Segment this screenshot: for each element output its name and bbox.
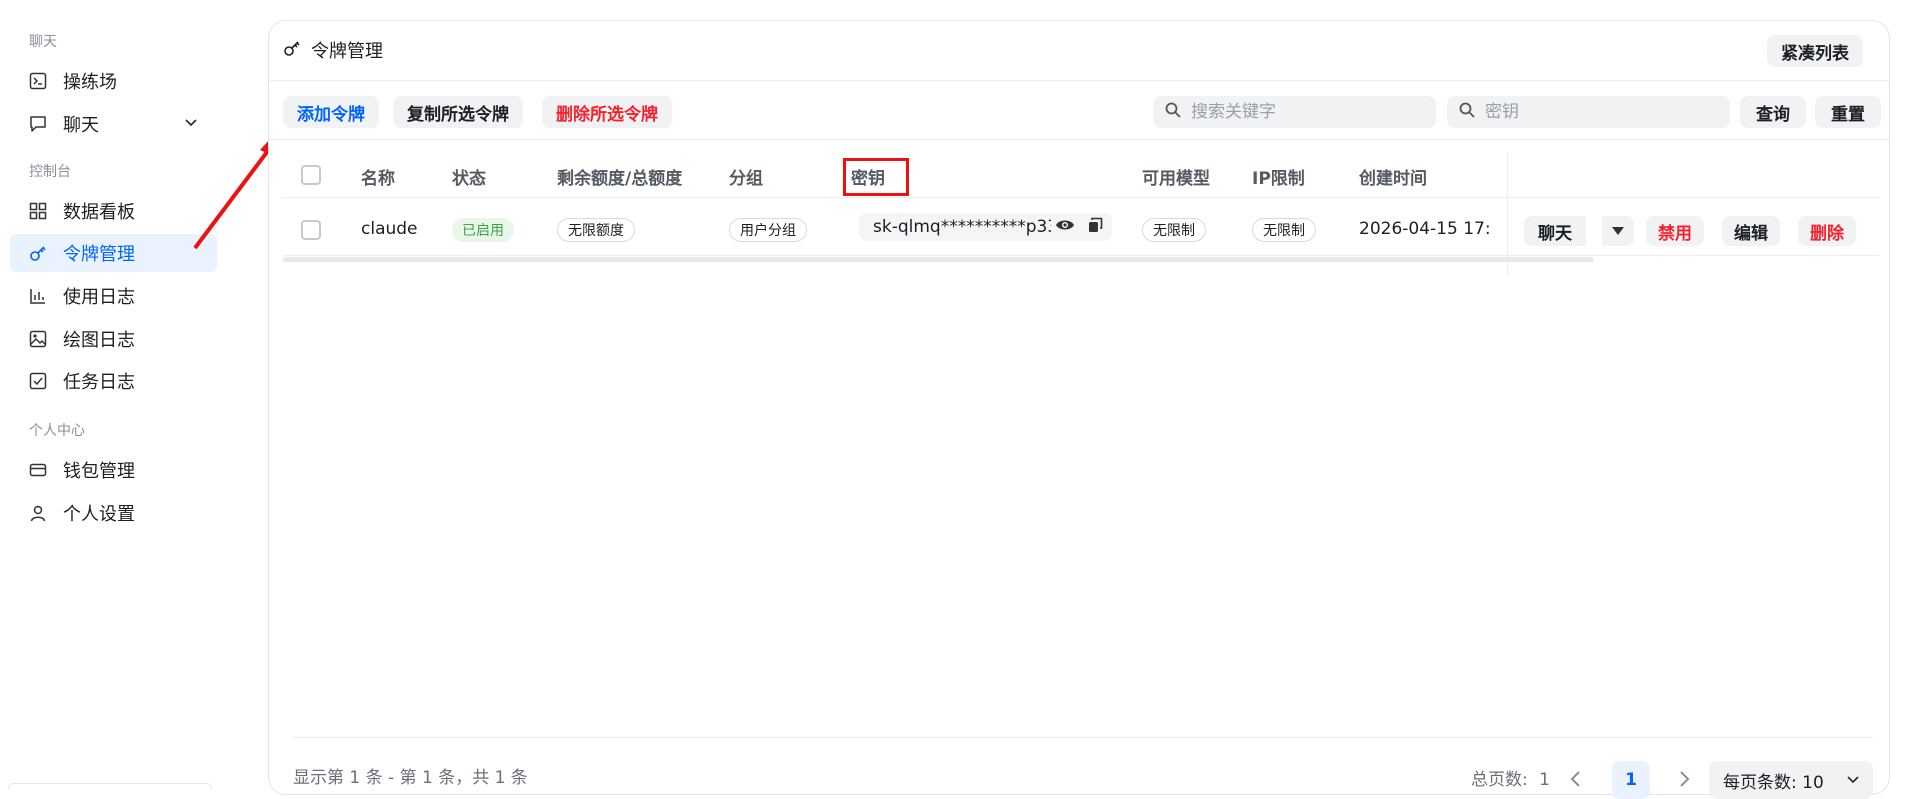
copy-icon[interactable] — [1087, 217, 1103, 238]
api-key-text: sk-qlmq**********p33k — [873, 217, 1051, 237]
search-icon — [1459, 102, 1475, 122]
check-square-icon — [29, 372, 47, 390]
sidebar-item-label: 令牌管理 — [63, 244, 135, 265]
column-header-group[interactable]: 分组 — [729, 164, 763, 189]
models-tag: 无限制 — [1142, 218, 1206, 242]
row-divider — [283, 255, 1879, 256]
bar-chart-icon — [29, 287, 47, 305]
add-token-button[interactable]: 添加令牌 — [283, 96, 379, 128]
sidebar-item-label: 聊天 — [63, 115, 99, 136]
caret-down-icon — [1611, 221, 1625, 241]
column-header-ip[interactable]: IP限制 — [1252, 164, 1305, 189]
eye-icon[interactable] — [1055, 217, 1075, 238]
status-badge: 已启用 — [452, 218, 514, 242]
column-header-created[interactable]: 创建时间 — [1359, 164, 1427, 189]
page-size-select[interactable]: 每页条数: 10 — [1709, 761, 1873, 799]
group-tag: 用户分组 — [729, 218, 807, 242]
select-all-checkbox[interactable] — [301, 165, 321, 185]
token-management-card: 令牌管理 紧凑列表 添加令牌 复制所选令牌 删除所选令牌 查询 重置 名称 状态… — [268, 20, 1890, 799]
sidebar-item-label: 个人设置 — [63, 504, 135, 525]
chat-button[interactable]: 聊天 — [1524, 216, 1586, 246]
key-icon — [283, 39, 301, 62]
search-icon — [1165, 102, 1181, 122]
pagination-summary: 显示第 1 条 - 第 1 条，共 1 条 — [293, 768, 528, 788]
sidebar-item-wallet[interactable]: 钱包管理 — [10, 451, 217, 489]
sidebar-group-chat: 聊天 — [29, 34, 57, 50]
token-name: claude — [361, 219, 418, 239]
card-header: 令牌管理 紧凑列表 — [269, 21, 1889, 81]
api-key-field: sk-qlmq**********p33k — [859, 213, 1112, 241]
chat-icon — [29, 115, 47, 133]
page-1-button[interactable]: 1 — [1612, 761, 1650, 799]
sidebar-group-personal: 个人中心 — [29, 423, 85, 439]
keyword-search[interactable] — [1153, 96, 1436, 128]
keyword-search-input[interactable] — [1191, 102, 1436, 122]
sidebar-item-label: 钱包管理 — [63, 461, 135, 482]
key-search[interactable] — [1447, 96, 1730, 128]
copy-selected-button[interactable]: 复制所选令牌 — [393, 96, 523, 128]
delete-selected-button[interactable]: 删除所选令牌 — [542, 96, 672, 128]
sidebar-item-label: 操练场 — [63, 72, 117, 93]
sidebar-footer — [8, 783, 212, 789]
key-search-input[interactable] — [1485, 102, 1730, 122]
next-page-icon[interactable] — [1677, 769, 1691, 793]
sidebar-item-label: 数据看板 — [63, 202, 135, 223]
image-icon — [29, 330, 47, 348]
sidebar-item-playground[interactable]: 操练场 — [10, 62, 217, 100]
horizontal-scrollbar[interactable] — [283, 257, 1594, 262]
user-icon — [29, 504, 47, 522]
quota-tag: 无限额度 — [557, 218, 635, 242]
column-header-quota[interactable]: 剩余额度/总额度 — [557, 164, 682, 189]
edit-button[interactable]: 编辑 — [1722, 216, 1780, 246]
key-icon — [29, 244, 47, 262]
sidebar-item-settings[interactable]: 个人设置 — [10, 494, 217, 532]
terminal-icon — [29, 72, 47, 90]
sidebar-item-label: 绘图日志 — [63, 330, 135, 351]
created-time: 2026-04-15 17:18: — [1359, 219, 1491, 239]
divider — [269, 139, 1889, 140]
dashboard-icon — [29, 202, 47, 220]
key-column-highlight — [843, 158, 909, 196]
total-pages: 总页数: 1 — [1471, 770, 1550, 790]
delete-button[interactable]: 删除 — [1798, 216, 1856, 246]
chat-dropdown-button[interactable] — [1602, 216, 1634, 246]
sidebar-item-task-log[interactable]: 任务日志 — [10, 362, 217, 400]
reset-button[interactable]: 重置 — [1815, 96, 1881, 128]
sidebar-item-label: 使用日志 — [63, 287, 135, 308]
sidebar-item-drawing-log[interactable]: 绘图日志 — [10, 320, 217, 358]
column-header-name[interactable]: 名称 — [361, 164, 395, 189]
prev-page-icon[interactable] — [1569, 769, 1583, 793]
chevron-down-icon — [1845, 772, 1861, 793]
credit-card-icon — [29, 461, 47, 479]
compact-list-button[interactable]: 紧凑列表 — [1767, 35, 1863, 67]
sidebar-item-usage-log[interactable]: 使用日志 — [10, 277, 217, 315]
disable-button[interactable]: 禁用 — [1646, 216, 1704, 246]
header-divider — [283, 197, 1879, 198]
page-title: 令牌管理 — [283, 37, 383, 63]
query-button[interactable]: 查询 — [1740, 96, 1806, 128]
column-header-models[interactable]: 可用模型 — [1142, 164, 1210, 189]
footer-divider — [293, 737, 1873, 738]
sidebar-item-label: 任务日志 — [63, 372, 135, 393]
ip-tag: 无限制 — [1252, 218, 1316, 242]
column-header-status[interactable]: 状态 — [452, 164, 486, 189]
row-checkbox[interactable] — [301, 220, 321, 240]
sidebar-group-console: 控制台 — [29, 164, 71, 180]
